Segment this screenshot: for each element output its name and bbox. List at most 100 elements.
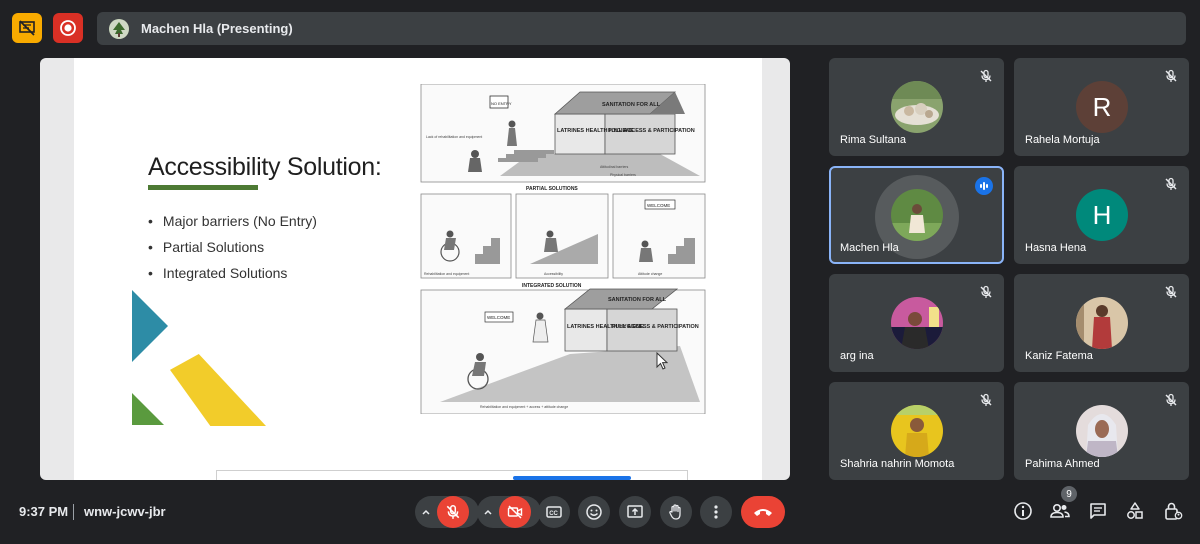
activities-button[interactable] <box>1124 500 1146 522</box>
bottom-control-bar: 9:37 PM wnw-jcwv-jbr CC 9 <box>0 486 1200 544</box>
mic-control-group <box>415 496 479 528</box>
integrated-roof: SANITATION FOR ALL <box>608 297 667 303</box>
chat-button[interactable] <box>1087 500 1109 522</box>
participant-tile[interactable]: Rima Sultana <box>829 58 1004 156</box>
integrated-caption: Rehabilitation and equipment + access + … <box>480 405 568 409</box>
slide: Accessibility Solution: Major barriers (… <box>74 58 762 480</box>
participant-name: Hasna Hena <box>1025 242 1087 254</box>
speaking-badge <box>975 177 993 195</box>
decor-yellow-band <box>170 354 266 426</box>
participant-tile-speaking[interactable]: Machen Hla <box>829 166 1004 264</box>
more-vertical-icon <box>714 505 718 519</box>
participant-tile[interactable]: H Hasna Hena <box>1014 166 1189 264</box>
participant-avatar <box>891 81 943 133</box>
present-screen-icon <box>627 505 643 518</box>
chat-icon <box>1090 503 1106 519</box>
participant-name: arg ina <box>840 350 874 362</box>
presenter-avatar <box>109 18 129 39</box>
mic-off-icon <box>1165 285 1177 298</box>
top-house-roof: SANITATION FOR ALL <box>602 102 661 108</box>
partial-welcome-sign: WELCOME <box>647 203 670 208</box>
top-house-right: FULL ACCESS & PARTICIPATION <box>608 128 695 134</box>
participant-avatar <box>891 297 943 349</box>
audio-level-icon <box>980 182 988 190</box>
title-underline <box>148 185 258 190</box>
decor-green-triangle <box>132 393 164 425</box>
mic-off-icon <box>980 285 992 298</box>
recording-button[interactable] <box>53 13 83 43</box>
slide-bullets: Major barriers (No Entry) Partial Soluti… <box>148 208 317 286</box>
presenter-banner[interactable]: Machen Hla (Presenting) <box>97 12 1186 45</box>
mic-off-icon <box>1165 177 1177 190</box>
present-screen-button[interactable] <box>619 496 651 528</box>
raise-hand-button[interactable] <box>660 496 692 528</box>
integrated-right: FULL ACCESS & PARTICIPATION <box>612 324 699 330</box>
mic-off-icon <box>980 69 992 82</box>
slide-title: Accessibility Solution: <box>148 153 382 181</box>
participant-avatar <box>1076 297 1128 349</box>
camera-control-group <box>477 496 541 528</box>
reactions-button[interactable] <box>578 496 610 528</box>
partial-caption-3: Attitude change <box>638 272 662 276</box>
integrated-welcome-sign: WELCOME <box>487 315 510 320</box>
current-time: 9:37 PM <box>19 504 69 519</box>
participant-tile[interactable]: arg ina <box>829 274 1004 372</box>
participant-name: Rahela Mortuja <box>1025 134 1100 146</box>
participant-avatar: H <box>1076 189 1128 241</box>
camera-toggle-button[interactable] <box>499 496 531 528</box>
people-button[interactable] <box>1049 500 1071 522</box>
participant-name: Rima Sultana <box>840 134 907 146</box>
presentation-off-button[interactable] <box>12 13 42 43</box>
top-bar: Machen Hla (Presenting) <box>0 0 1200 56</box>
leave-call-button[interactable] <box>741 496 785 528</box>
raise-hand-icon <box>669 504 681 520</box>
partial-title: PARTIAL SOLUTIONS <box>526 186 578 192</box>
lock-person-icon <box>1165 502 1183 520</box>
bullet-item: Major barriers (No Entry) <box>148 208 317 234</box>
mic-toggle-button[interactable] <box>437 496 469 528</box>
info-icon <box>1014 502 1032 520</box>
decor-teal-triangle <box>132 290 168 362</box>
people-icon <box>1050 503 1070 518</box>
participant-name: Kaniz Fatema <box>1025 350 1093 362</box>
hang-up-icon <box>754 509 772 516</box>
mic-off-icon <box>1165 393 1177 406</box>
participant-avatar: R <box>1076 81 1128 133</box>
divider <box>73 504 74 520</box>
host-controls-button[interactable] <box>1162 500 1184 522</box>
participant-name: Shahria nahrin Momota <box>840 458 955 470</box>
participant-tile[interactable]: Pahima Ahmed <box>1014 382 1189 480</box>
mic-off-icon <box>980 393 992 406</box>
top-note-1: Lack of rehabilitation and equipment <box>426 135 482 139</box>
participant-name: Pahima Ahmed <box>1025 458 1100 470</box>
chevron-up-icon <box>484 509 492 515</box>
participant-tile[interactable]: R Rahela Mortuja <box>1014 58 1189 156</box>
participant-avatar <box>891 405 943 457</box>
integrated-title: INTEGRATED SOLUTION <box>522 283 582 289</box>
no-entry-sign: NO ENTRY <box>491 101 512 106</box>
closed-captions-icon: CC <box>546 506 562 518</box>
presentation-stage[interactable]: Accessibility Solution: Major barriers (… <box>40 58 790 480</box>
participant-tile[interactable]: Shahria nahrin Momota <box>829 382 1004 480</box>
meeting-code: wnw-jcwv-jbr <box>84 504 166 519</box>
presenter-label: Machen Hla (Presenting) <box>141 21 293 36</box>
camera-options-button[interactable] <box>477 507 499 517</box>
meeting-details-button[interactable] <box>1012 500 1034 522</box>
bullet-item: Integrated Solutions <box>148 260 317 286</box>
presentation-off-icon <box>19 20 35 36</box>
more-options-button[interactable] <box>700 496 732 528</box>
mouse-cursor-icon <box>656 352 668 370</box>
top-note-3: Physical barriers <box>610 173 636 177</box>
slide-footer-bar <box>216 470 688 480</box>
activities-icon <box>1127 502 1143 519</box>
participant-tile[interactable]: Kaniz Fatema <box>1014 274 1189 372</box>
mic-off-icon <box>446 504 460 519</box>
top-note-2: Attitudinal barriers <box>600 165 628 169</box>
camera-off-icon <box>507 505 523 519</box>
mic-options-button[interactable] <box>415 507 437 517</box>
partial-caption-2: Accessibility <box>544 272 563 276</box>
participant-avatar <box>1076 405 1128 457</box>
participant-avatar <box>891 189 943 241</box>
partial-caption-1: Rehabilitation and equipment <box>424 272 469 276</box>
captions-button[interactable]: CC <box>538 496 570 528</box>
